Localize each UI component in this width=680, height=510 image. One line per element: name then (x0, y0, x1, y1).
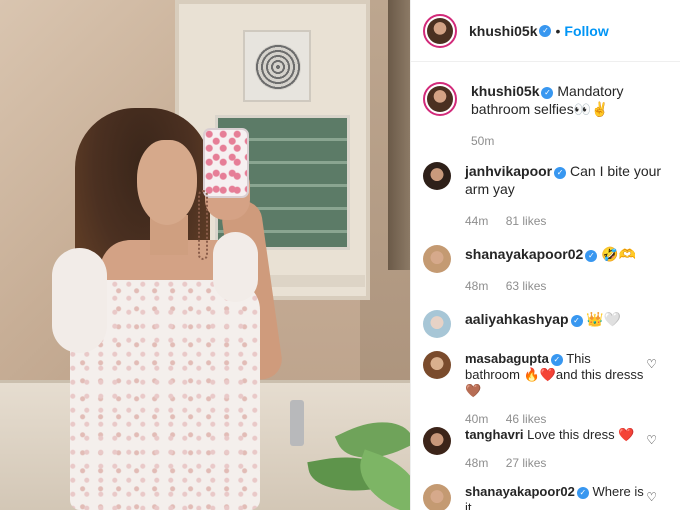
comment-username[interactable]: tanghavri (465, 427, 524, 442)
verified-badge-icon: ✓ (554, 167, 567, 179)
heart-outline-icon[interactable]: ♡ (646, 490, 657, 504)
comment-username[interactable]: masabagupta (465, 351, 549, 366)
post-sidebar: khushi05k ✓ • Follow khushi05k ✓ Mandator… (410, 0, 680, 510)
comment-username[interactable]: shanayakapoor02 (465, 246, 583, 262)
comment-item: tanghavri Love this dress ❤️ 48m 27 like… (423, 427, 673, 471)
verified-badge-icon: ✓ (576, 487, 589, 499)
comment-likes[interactable]: 63 likes (506, 279, 547, 293)
comment-avatar[interactable] (423, 245, 451, 273)
post-photo[interactable] (0, 0, 410, 510)
author-username[interactable]: khushi05k (469, 23, 537, 39)
caption-avatar[interactable] (423, 82, 457, 116)
comment-item: shanayakapoor02 ✓ Where is it ♡ (423, 484, 673, 510)
verified-badge-icon: ✓ (539, 24, 552, 37)
comment-text: Love this dress ❤️ (527, 427, 635, 442)
verified-badge-icon: ✓ (570, 315, 583, 327)
heart-outline-icon[interactable]: ♡ (646, 433, 657, 447)
comment-time[interactable]: 44m (465, 214, 488, 228)
comment-text: 🤣🫶 (601, 246, 637, 262)
comment-likes[interactable]: 27 likes (506, 456, 547, 470)
comment-avatar[interactable] (423, 162, 451, 190)
exhaust-fan (243, 30, 311, 102)
post-header: khushi05k ✓ • Follow (411, 0, 680, 62)
author-avatar[interactable] (423, 13, 457, 48)
plant (300, 400, 410, 510)
heart-outline-icon[interactable]: ♡ (646, 357, 657, 371)
comment-item: masabagupta ✓ This bathroom 🔥❤️and this d… (423, 351, 673, 427)
comment-username[interactable]: shanayakapoor02 (465, 484, 575, 499)
comment-text: 👑🤍 (586, 311, 622, 327)
comment-likes[interactable]: 81 likes (506, 214, 547, 228)
follow-button[interactable]: Follow (564, 23, 608, 39)
comment-item: janhvikapoor ✓ Can I bite your arm yay 44… (423, 162, 673, 230)
phone (203, 128, 249, 198)
comment-avatar[interactable] (423, 310, 451, 338)
verified-badge-icon: ✓ (541, 87, 554, 99)
verified-badge-icon: ✓ (585, 250, 598, 262)
mirror-edge (388, 0, 410, 270)
comment-avatar[interactable] (423, 427, 451, 455)
caption-username[interactable]: khushi05k (471, 83, 539, 99)
comment-avatar[interactable] (423, 351, 451, 379)
comment-time[interactable]: 40m (465, 412, 488, 426)
phone-strap (198, 190, 208, 260)
comment-item: shanayakapoor02 ✓ 🤣🫶 48m 63 likes (423, 245, 673, 295)
dress-sleeve-left (52, 248, 107, 353)
caption-time[interactable]: 50m (471, 134, 494, 148)
verified-badge-icon: ✓ (550, 354, 563, 366)
comment-time[interactable]: 48m (465, 279, 488, 293)
comment-username[interactable]: aaliyahkashyap (465, 311, 569, 327)
comment-likes[interactable]: 46 likes (506, 412, 547, 426)
comments-list[interactable]: khushi05k ✓ Mandatory bathroom selfies👀✌ … (411, 62, 680, 510)
caption: khushi05k ✓ Mandatory bathroom selfies👀✌ … (423, 82, 673, 150)
comment-username[interactable]: janhvikapoor (465, 163, 552, 179)
separator-dot: • (555, 22, 561, 39)
comment-time[interactable]: 48m (465, 456, 488, 470)
comment-avatar[interactable] (423, 484, 451, 510)
dress-sleeve-right (213, 232, 258, 302)
comment-item: aaliyahkashyap ✓ 👑🤍 (423, 310, 673, 338)
person-face (137, 140, 197, 225)
